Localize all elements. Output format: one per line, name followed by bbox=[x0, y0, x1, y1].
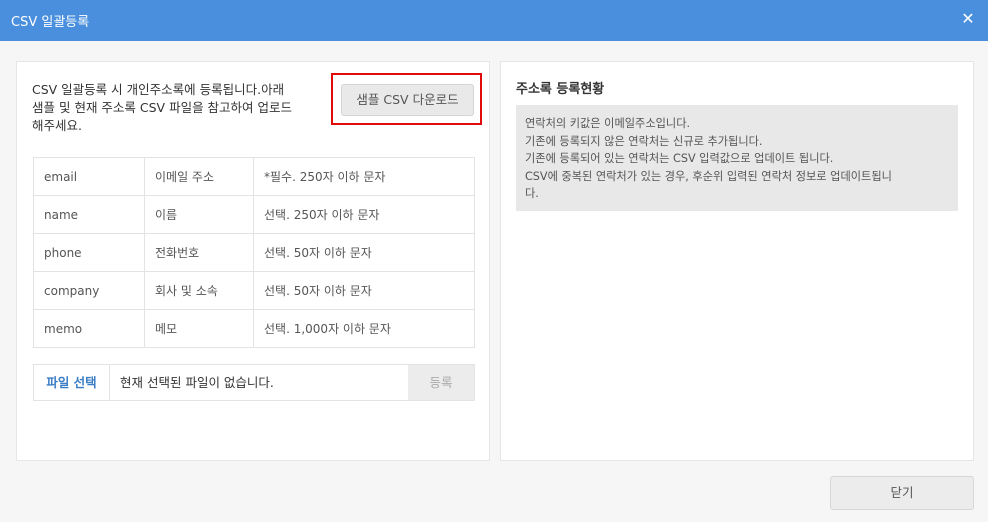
info-line: 연락처의 키값은 이메일주소입니다. bbox=[525, 117, 691, 130]
dialog-title: CSV 일괄등록 bbox=[11, 15, 90, 30]
close-icon[interactable]: ✕ bbox=[960, 9, 976, 29]
info-line: 기존에 등록되지 않은 연락처는 신규로 추가됩니다. bbox=[525, 134, 763, 148]
field-label: 회사 및 소속 bbox=[144, 271, 254, 310]
file-select-button[interactable]: 파일 선택 bbox=[34, 365, 110, 400]
intro-line: CSV 일괄등록 시 개인주소록에 등록됩니다.아래 bbox=[32, 82, 285, 97]
table-row: name 이름 선택. 250자 이하 문자 bbox=[33, 195, 475, 234]
table-row: company 회사 및 소속 선택. 50자 이하 문자 bbox=[33, 271, 475, 310]
field-label: 전화번호 bbox=[144, 233, 254, 272]
field-key: company bbox=[33, 271, 145, 310]
field-desc: 선택. 1,000자 이하 문자 bbox=[253, 309, 475, 348]
info-line: CSV에 중복된 연락처가 있는 경우, 후순위 입력된 연락처 정보로 업데이… bbox=[525, 169, 892, 183]
file-upload-bar: 파일 선택 현재 선택된 파일이 없습니다. 등록 bbox=[33, 364, 475, 401]
intro-text: CSV 일괄등록 시 개인주소록에 등록됩니다.아래 샘플 및 현재 주소록 C… bbox=[32, 81, 332, 135]
csv-field-table: email 이메일 주소 *필수. 250자 이하 문자 name 이름 선택.… bbox=[33, 157, 475, 348]
dialog-titlebar: CSV 일괄등록 ✕ bbox=[0, 0, 988, 41]
table-row: phone 전화번호 선택. 50자 이하 문자 bbox=[33, 233, 475, 272]
file-status-text: 현재 선택된 파일이 없습니다. bbox=[120, 375, 274, 390]
field-key: email bbox=[33, 157, 145, 196]
field-desc: 선택. 250자 이하 문자 bbox=[253, 195, 475, 234]
field-desc: 선택. 50자 이하 문자 bbox=[253, 271, 475, 310]
info-box: 연락처의 키값은 이메일주소입니다. 기존에 등록되지 않은 연락처는 신규로 … bbox=[516, 105, 958, 211]
intro-line: 샘플 및 현재 주소록 CSV 파일을 참고하여 업로드 bbox=[32, 100, 293, 115]
field-label: 메모 bbox=[144, 309, 254, 348]
status-panel: 주소록 등록현황 연락처의 키값은 이메일주소입니다. 기존에 등록되지 않은 … bbox=[500, 61, 974, 461]
sample-csv-download-button[interactable]: 샘플 CSV 다운로드 bbox=[341, 84, 474, 116]
close-button[interactable]: 닫기 bbox=[830, 476, 974, 510]
intro-line: 해주세요. bbox=[32, 118, 82, 133]
field-label: 이메일 주소 bbox=[144, 157, 254, 196]
field-desc: 선택. 50자 이하 문자 bbox=[253, 233, 475, 272]
info-line: 다. bbox=[525, 187, 539, 200]
table-row: email 이메일 주소 *필수. 250자 이하 문자 bbox=[33, 157, 475, 196]
info-line: 기존에 등록되어 있는 연락처는 CSV 입력값으로 업데이트 됩니다. bbox=[525, 152, 834, 165]
field-label: 이름 bbox=[144, 195, 254, 234]
field-key: name bbox=[33, 195, 145, 234]
table-row: memo 메모 선택. 1,000자 이하 문자 bbox=[33, 309, 475, 348]
field-key: memo bbox=[33, 309, 145, 348]
field-key: phone bbox=[33, 233, 145, 272]
register-button[interactable]: 등록 bbox=[408, 365, 474, 400]
field-desc: *필수. 250자 이하 문자 bbox=[253, 157, 475, 196]
upload-panel: CSV 일괄등록 시 개인주소록에 등록됩니다.아래 샘플 및 현재 주소록 C… bbox=[16, 61, 490, 461]
status-panel-title: 주소록 등록현황 bbox=[516, 82, 605, 97]
